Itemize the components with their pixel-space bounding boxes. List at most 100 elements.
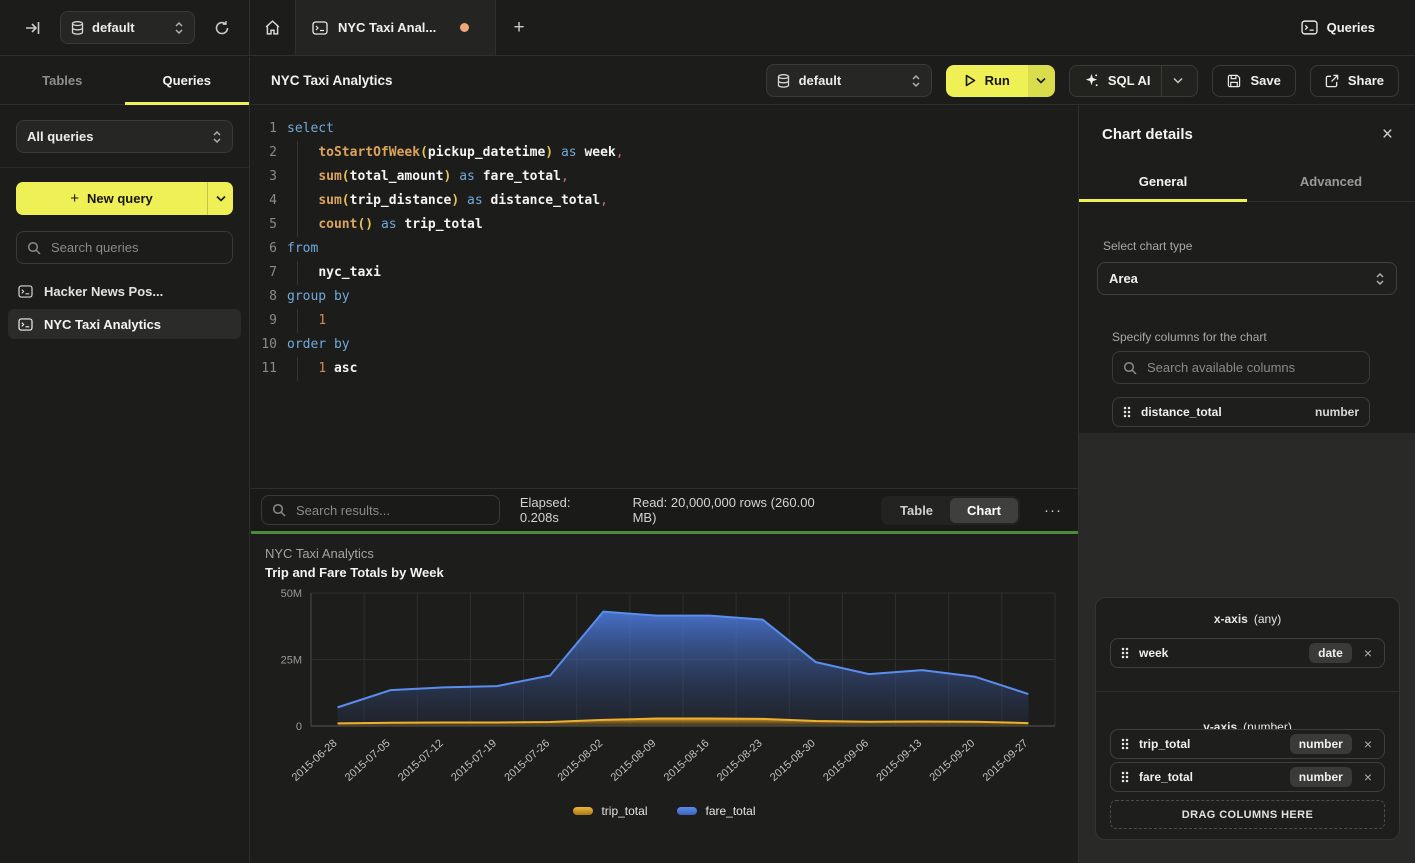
chart-details-header: Chart details ×	[1079, 105, 1415, 162]
tab-general[interactable]: General	[1079, 162, 1247, 201]
sidebar-tab-queries[interactable]: Queries	[125, 57, 250, 104]
share-label: Share	[1348, 73, 1384, 88]
svg-text:2015-09-20: 2015-09-20	[927, 737, 977, 784]
columns-search[interactable]	[1112, 351, 1370, 384]
code-line: 10order by	[251, 333, 1078, 357]
code-line: 6from	[251, 237, 1078, 261]
chart-type-select[interactable]: Area	[1097, 262, 1397, 295]
remove-column-icon[interactable]: ×	[1362, 645, 1374, 661]
view-chart-button[interactable]: Chart	[950, 498, 1018, 523]
sidebar-search[interactable]	[16, 231, 233, 264]
column-name: week	[1139, 646, 1299, 660]
queries-shortcut[interactable]: Queries	[1301, 0, 1415, 55]
code-line: 9 1	[251, 309, 1078, 333]
line-number: 1	[251, 117, 287, 141]
chevron-down-icon	[1173, 77, 1183, 84]
database-selector-value: default	[92, 20, 135, 35]
line-number: 2	[251, 141, 287, 165]
results-search[interactable]	[261, 495, 500, 525]
save-button[interactable]: Save	[1212, 65, 1295, 97]
code-line: 7 nyc_taxi	[251, 261, 1078, 285]
query-item-hacker-news[interactable]: Hacker News Pos...	[8, 276, 241, 306]
available-column-distance-total[interactable]: distance_total number	[1112, 397, 1370, 427]
button-divider	[1161, 66, 1162, 96]
y-axis-column-fare-total[interactable]: fare_total number ×	[1110, 762, 1385, 792]
column-name: trip_total	[1139, 737, 1280, 751]
drag-columns-drop-zone[interactable]: DRAG COLUMNS HERE	[1110, 800, 1385, 829]
chevron-updown-icon	[1375, 272, 1385, 286]
sidebar-search-input[interactable]	[49, 239, 229, 256]
queries-filter-select[interactable]: All queries	[16, 120, 233, 153]
line-number: 3	[251, 165, 287, 189]
run-label: Run	[985, 73, 1010, 88]
drag-handle-icon[interactable]	[1123, 406, 1131, 418]
remove-column-icon[interactable]: ×	[1362, 769, 1374, 785]
remove-column-icon[interactable]: ×	[1362, 736, 1374, 752]
svg-text:2015-07-05: 2015-07-05	[343, 737, 393, 784]
sql-ai-button[interactable]: SQL AI	[1069, 65, 1199, 97]
svg-text:2015-07-26: 2015-07-26	[502, 737, 552, 784]
run-database-selector[interactable]: default	[766, 64, 932, 97]
queries-shortcut-label: Queries	[1327, 20, 1375, 35]
query-title: NYC Taxi Analytics	[271, 73, 393, 88]
sql-ai-label: SQL AI	[1108, 73, 1151, 88]
view-table-button[interactable]: Table	[883, 498, 950, 523]
database-icon	[777, 74, 790, 88]
top-bar-left: default	[0, 0, 250, 55]
results-more-button[interactable]: ···	[1040, 502, 1066, 519]
column-type: number	[1315, 405, 1359, 419]
search-icon	[1123, 361, 1137, 375]
x-axis-column-week[interactable]: week date ×	[1110, 638, 1385, 668]
indent-guide	[297, 165, 298, 189]
area-chart[interactable]: 025M50M2015-06-282015-07-052015-07-12201…	[255, 586, 1067, 801]
new-query-button[interactable]: + New query	[16, 182, 233, 215]
run-button-main[interactable]: Run	[946, 65, 1028, 97]
svg-text:2015-06-28: 2015-06-28	[290, 737, 340, 784]
legend-item-trip_total[interactable]: trip_total	[573, 804, 647, 818]
collapse-sidebar-icon[interactable]	[20, 15, 46, 41]
svg-text:2015-09-13: 2015-09-13	[874, 737, 924, 784]
queries-filter-value: All queries	[27, 129, 93, 144]
tab-title: NYC Taxi Anal...	[338, 20, 436, 35]
home-tab[interactable]	[250, 0, 296, 55]
columns-search-input[interactable]	[1145, 359, 1359, 376]
query-item-nyc-taxi[interactable]: NYC Taxi Analytics	[8, 309, 241, 339]
new-query-label: New query	[87, 191, 153, 206]
results-toolbar: Elapsed: 0.208s Read: 20,000,000 rows (2…	[251, 488, 1078, 531]
run-button[interactable]: Run	[946, 65, 1055, 97]
legend-item-fare_total[interactable]: fare_total	[677, 804, 755, 818]
sidebar-tab-tables[interactable]: Tables	[0, 57, 125, 104]
play-icon	[964, 74, 976, 87]
chart-legend: trip_total fare_total	[251, 804, 1078, 818]
sql-editor[interactable]: 1select2 toStartOfWeek(pickup_datetime) …	[251, 106, 1078, 487]
column-type-badge: number	[1290, 734, 1352, 754]
tab-advanced[interactable]: Advanced	[1247, 162, 1415, 201]
svg-text:2015-09-06: 2015-09-06	[821, 737, 871, 784]
indent-guide	[297, 261, 298, 285]
svg-text:2015-08-23: 2015-08-23	[715, 737, 765, 784]
code-line: 3 sum(total_amount) as fare_total,	[251, 165, 1078, 189]
svg-text:0: 0	[296, 721, 302, 733]
axis-card-divider	[1096, 691, 1399, 692]
refresh-icon[interactable]	[209, 15, 235, 41]
results-view-toggle: Table Chart	[881, 496, 1020, 525]
code-line: 8group by	[251, 285, 1078, 309]
new-query-caret[interactable]	[207, 182, 233, 215]
terminal-icon	[1301, 20, 1318, 35]
database-selector[interactable]: default	[60, 11, 195, 44]
chart-panel: NYC Taxi Analytics Trip and Fare Totals …	[251, 534, 1078, 863]
new-query-main[interactable]: + New query	[16, 190, 207, 207]
share-icon	[1325, 74, 1339, 88]
new-tab-button[interactable]: +	[496, 0, 542, 55]
y-axis-column-trip-total[interactable]: trip_total number ×	[1110, 729, 1385, 759]
drag-handle-icon[interactable]	[1121, 771, 1129, 783]
run-options-caret[interactable]	[1028, 65, 1055, 97]
results-search-input[interactable]	[294, 502, 489, 519]
unsaved-dot	[460, 23, 469, 32]
share-button[interactable]: Share	[1310, 65, 1399, 97]
tab-nyc-taxi-analytics[interactable]: NYC Taxi Anal...	[296, 0, 496, 55]
close-icon[interactable]: ×	[1382, 125, 1393, 144]
sidebar-divider	[0, 167, 249, 168]
drag-handle-icon[interactable]	[1121, 738, 1129, 750]
drag-handle-icon[interactable]	[1121, 647, 1129, 659]
